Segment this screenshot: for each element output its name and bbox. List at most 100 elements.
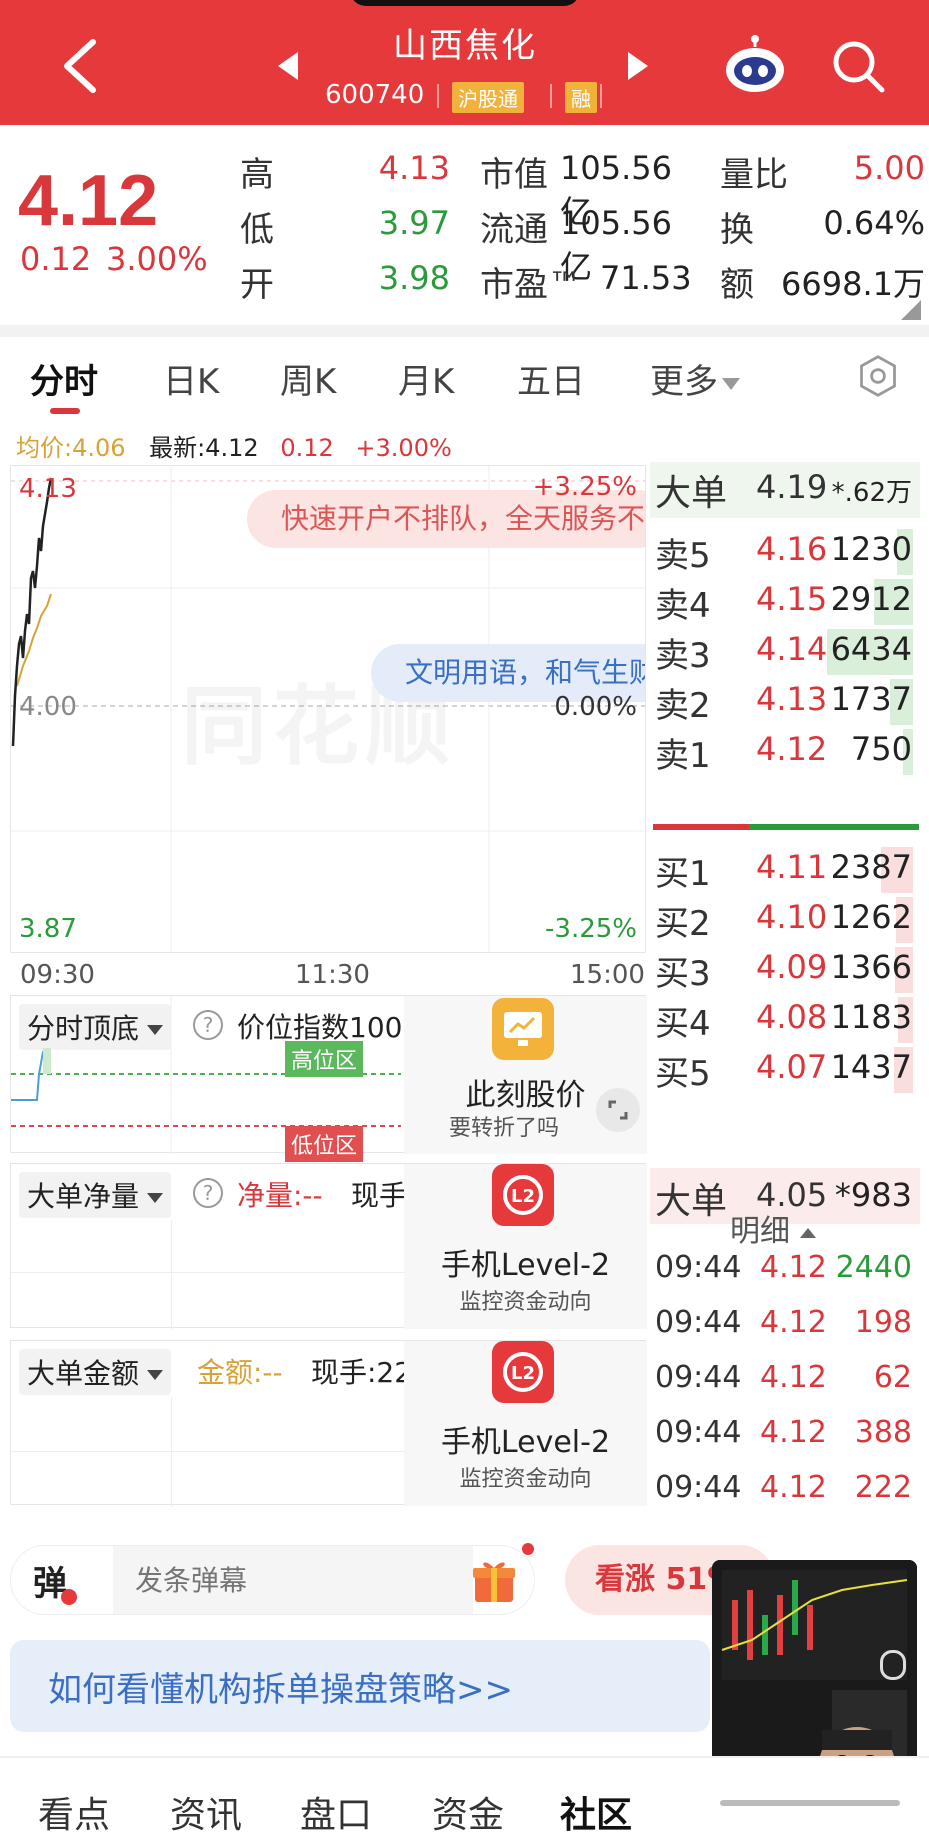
trade-vol: 222 xyxy=(854,1470,912,1505)
tab-intraday[interactable]: 分时 xyxy=(30,354,98,403)
trade-price: 4.12 xyxy=(760,1470,827,1505)
bid-level-label: 买2 xyxy=(655,904,711,944)
float-label: 流通 xyxy=(480,210,548,250)
ask-level-row[interactable]: 卖3 4.14 6434 xyxy=(650,624,920,680)
ask-level-volume: 2912 xyxy=(830,580,912,618)
stock-name: 山西焦化 xyxy=(393,26,537,66)
bid-level-volume: 1262 xyxy=(830,898,912,936)
ask-level-row[interactable]: 卖2 4.13 1737 xyxy=(650,674,920,730)
gift-icon[interactable] xyxy=(471,1556,517,1604)
promo-turning-point[interactable]: 此刻股价 要转折了吗 xyxy=(404,996,647,1154)
ask-level-row[interactable]: 卖5 4.16 1230 xyxy=(650,524,920,580)
net-volume-label: 净量:-- xyxy=(237,1179,323,1212)
bid-level-label: 买1 xyxy=(655,854,711,894)
mid-price-label: 4.00 xyxy=(19,692,77,722)
back-button[interactable] xyxy=(55,36,105,96)
chart-settings-button[interactable] xyxy=(856,354,904,402)
bid-level-row[interactable]: 买1 4.11 2387 xyxy=(650,842,920,898)
trade-price: 4.12 xyxy=(760,1415,827,1450)
bid-level-label: 买4 xyxy=(655,1004,711,1044)
caret-down-icon xyxy=(722,377,740,390)
ask-level-row[interactable]: 卖4 4.15 2912 xyxy=(650,574,920,630)
ask-level-price: 4.13 xyxy=(756,680,828,718)
promo-level2[interactable]: L2 手机Level-2 监控资金动向 xyxy=(404,1341,647,1506)
promo-level2[interactable]: L2 手机Level-2 监控资金动向 xyxy=(404,1164,647,1329)
promo-title: 手机Level-2 xyxy=(440,1425,611,1460)
indicator-dropdown[interactable]: 大单净量 xyxy=(19,1172,172,1218)
caret-down-icon xyxy=(147,1370,164,1380)
ask-level-row[interactable]: 卖1 4.12 750 xyxy=(650,724,920,780)
strategy-banner-text: 如何看懂机构拆单操盘策略>> xyxy=(48,1670,513,1710)
tab-highlights[interactable]: 看点 xyxy=(38,1786,110,1838)
app-header: 山西焦化 600740 沪股通 融 xyxy=(0,0,929,125)
ask-level-volume: 750 xyxy=(850,730,912,768)
tab-news[interactable]: 资讯 xyxy=(170,1786,242,1838)
bid-level-row[interactable]: 买2 4.10 1262 xyxy=(650,892,920,948)
big-buy-label: 大单 xyxy=(655,1181,728,1222)
svg-text:L2: L2 xyxy=(511,1186,535,1207)
robot-assistant-button[interactable] xyxy=(722,34,788,96)
tab-order-book[interactable]: 盘口 xyxy=(300,1786,372,1838)
turnover-label: 换 xyxy=(720,210,754,250)
header-divider xyxy=(600,84,602,108)
expand-corner-icon[interactable] xyxy=(901,300,921,320)
caret-up-icon xyxy=(800,1227,816,1238)
ask-level-price: 4.14 xyxy=(756,630,828,668)
big-sell-label: 大单 xyxy=(655,473,728,514)
latest-change-pct: +3.00% xyxy=(355,434,452,462)
ask-bid-ratio-green xyxy=(749,824,919,830)
home-indicator xyxy=(720,1800,900,1806)
intraday-chart[interactable]: 同花顺 快速开户不排队，全天服务不 文明用语，和气生财 4.13 +3.25% … xyxy=(10,465,646,953)
danmu-check-icon xyxy=(61,1589,77,1605)
bid-level-row[interactable]: 买3 4.09 1366 xyxy=(650,942,920,998)
trade-vol: 62 xyxy=(873,1360,912,1395)
voice-icon[interactable] xyxy=(880,1650,906,1680)
bid-level-label: 买5 xyxy=(655,1054,711,1094)
price-change: 0.12 xyxy=(20,240,92,278)
big-sell-row[interactable]: 大单 4.19 *.62万 xyxy=(650,462,920,518)
tab-funds[interactable]: 资金 xyxy=(432,1786,504,1838)
bid-level-row[interactable]: 买5 4.07 1437 xyxy=(650,1042,920,1098)
big-buy-vol: *983 xyxy=(834,1176,912,1214)
tab-community[interactable]: 社区 xyxy=(560,1786,632,1838)
trade-vol: 2440 xyxy=(835,1250,912,1285)
prev-stock-button[interactable] xyxy=(278,52,298,80)
ask-level-price: 4.16 xyxy=(756,530,828,568)
amount-value: 6698.1万 xyxy=(781,265,925,303)
stock-code: 600740 xyxy=(325,80,425,110)
latest-price: 最新:4.12 xyxy=(149,434,259,462)
period-tabs: 分时 日K 周K 月K 五日 更多 xyxy=(0,340,929,420)
tab-daily-k[interactable]: 日K xyxy=(163,354,219,403)
promo-sub: 监控资金动向 xyxy=(459,1290,592,1315)
strategy-banner[interactable]: 如何看懂机构拆单操盘策略>> xyxy=(10,1640,710,1732)
promo-title: 手机Level-2 xyxy=(440,1248,611,1283)
pe-label: 市盈™ xyxy=(480,265,582,305)
chart-monitor-icon xyxy=(492,998,554,1060)
header-divider xyxy=(437,84,439,108)
level2-icon: L2 xyxy=(492,1164,554,1226)
ask-level-price: 4.12 xyxy=(756,730,828,768)
header-divider xyxy=(550,84,552,108)
gear-icon xyxy=(860,355,896,397)
tab-more[interactable]: 更多 xyxy=(650,354,740,403)
next-stock-button[interactable] xyxy=(628,52,648,80)
top-price-label: 4.13 xyxy=(19,474,77,504)
details-header[interactable]: 明细 xyxy=(730,1206,816,1250)
tab-five-day[interactable]: 五日 xyxy=(517,354,585,403)
danmu-input[interactable] xyxy=(113,1546,473,1614)
volratio-value: 5.00 xyxy=(853,149,925,187)
bid-level-price: 4.11 xyxy=(756,848,828,886)
expand-icon[interactable] xyxy=(596,1088,640,1132)
section-divider xyxy=(0,325,929,337)
danmu-toggle-button[interactable]: 弹 xyxy=(33,1556,77,1605)
search-button[interactable] xyxy=(830,38,886,94)
tab-weekly-k[interactable]: 周K xyxy=(280,354,336,403)
help-icon[interactable]: ? xyxy=(193,1178,223,1208)
bid-level-row[interactable]: 买4 4.08 1183 xyxy=(650,992,920,1048)
tab-monthly-k[interactable]: 月K xyxy=(398,354,454,403)
high-label: 高 xyxy=(240,155,274,195)
bid-level-price: 4.07 xyxy=(756,1048,828,1086)
indicator-dropdown-label: 大单金额 xyxy=(27,1357,140,1390)
indicator-dropdown[interactable]: 大单金额 xyxy=(19,1349,172,1395)
ask-level-volume: 6434 xyxy=(830,630,912,668)
